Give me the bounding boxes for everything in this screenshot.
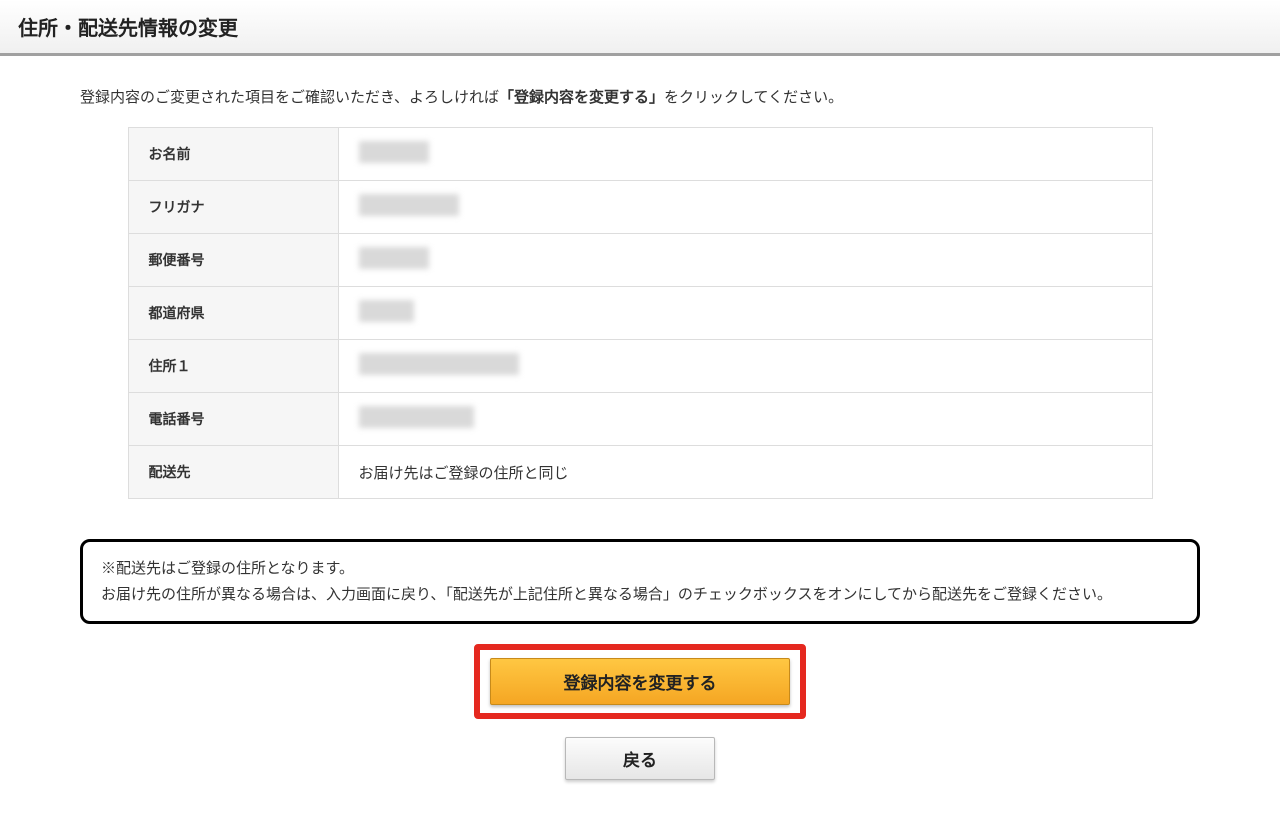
row-postal: 郵便番号 xyxy=(128,234,1152,287)
row-name: お名前 xyxy=(128,128,1152,181)
row-delivery: 配送先 お届け先はご登録の住所と同じ xyxy=(128,446,1152,499)
value-name xyxy=(338,128,1152,181)
intro-text: 登録内容のご変更された項目をご確認いただき、よろしければ「登録内容を変更する」を… xyxy=(80,86,1200,107)
label-furigana: フリガナ xyxy=(128,181,338,234)
label-phone: 電話番号 xyxy=(128,393,338,446)
label-name: お名前 xyxy=(128,128,338,181)
value-phone xyxy=(338,393,1152,446)
main-content: 登録内容のご変更された項目をご確認いただき、よろしければ「登録内容を変更する」を… xyxy=(60,56,1220,818)
label-delivery: 配送先 xyxy=(128,446,338,499)
intro-prefix: 登録内容のご変更された項目をご確認いただき、よろしければ xyxy=(80,89,499,106)
intro-suffix: をクリックしてください。 xyxy=(664,89,843,106)
submit-button[interactable]: 登録内容を変更する xyxy=(490,658,790,705)
back-row: 戻る xyxy=(80,737,1200,780)
value-furigana xyxy=(338,181,1152,234)
page-title: 住所・配送先情報の変更 xyxy=(18,12,1262,41)
label-addr1: 住所１ xyxy=(128,340,338,393)
notice-line1: ※配送先はご登録の住所となります。 xyxy=(101,556,1179,582)
value-delivery: お届け先はご登録の住所と同じ xyxy=(338,446,1152,499)
row-furigana: フリガナ xyxy=(128,181,1152,234)
notice-line2: お届け先の住所が異なる場合は、入力画面に戻り、「配送先が上記住所と異なる場合」の… xyxy=(101,582,1179,608)
highlight-frame: 登録内容を変更する xyxy=(474,644,806,719)
row-phone: 電話番号 xyxy=(128,393,1152,446)
back-button[interactable]: 戻る xyxy=(565,737,715,780)
value-pref xyxy=(338,287,1152,340)
label-postal: 郵便番号 xyxy=(128,234,338,287)
intro-bold: 「登録内容を変更する」 xyxy=(499,89,664,106)
label-pref: 都道府県 xyxy=(128,287,338,340)
page-header: 住所・配送先情報の変更 xyxy=(0,0,1280,56)
value-addr1 xyxy=(338,340,1152,393)
notice-box: ※配送先はご登録の住所となります。 お届け先の住所が異なる場合は、入力画面に戻り… xyxy=(80,539,1200,624)
row-addr1: 住所１ xyxy=(128,340,1152,393)
value-postal xyxy=(338,234,1152,287)
info-table: お名前 フリガナ 郵便番号 都道府県 住所１ 電話番号 配送先 お届け先はご登録… xyxy=(128,127,1153,499)
row-pref: 都道府県 xyxy=(128,287,1152,340)
submit-row: 登録内容を変更する xyxy=(80,644,1200,719)
